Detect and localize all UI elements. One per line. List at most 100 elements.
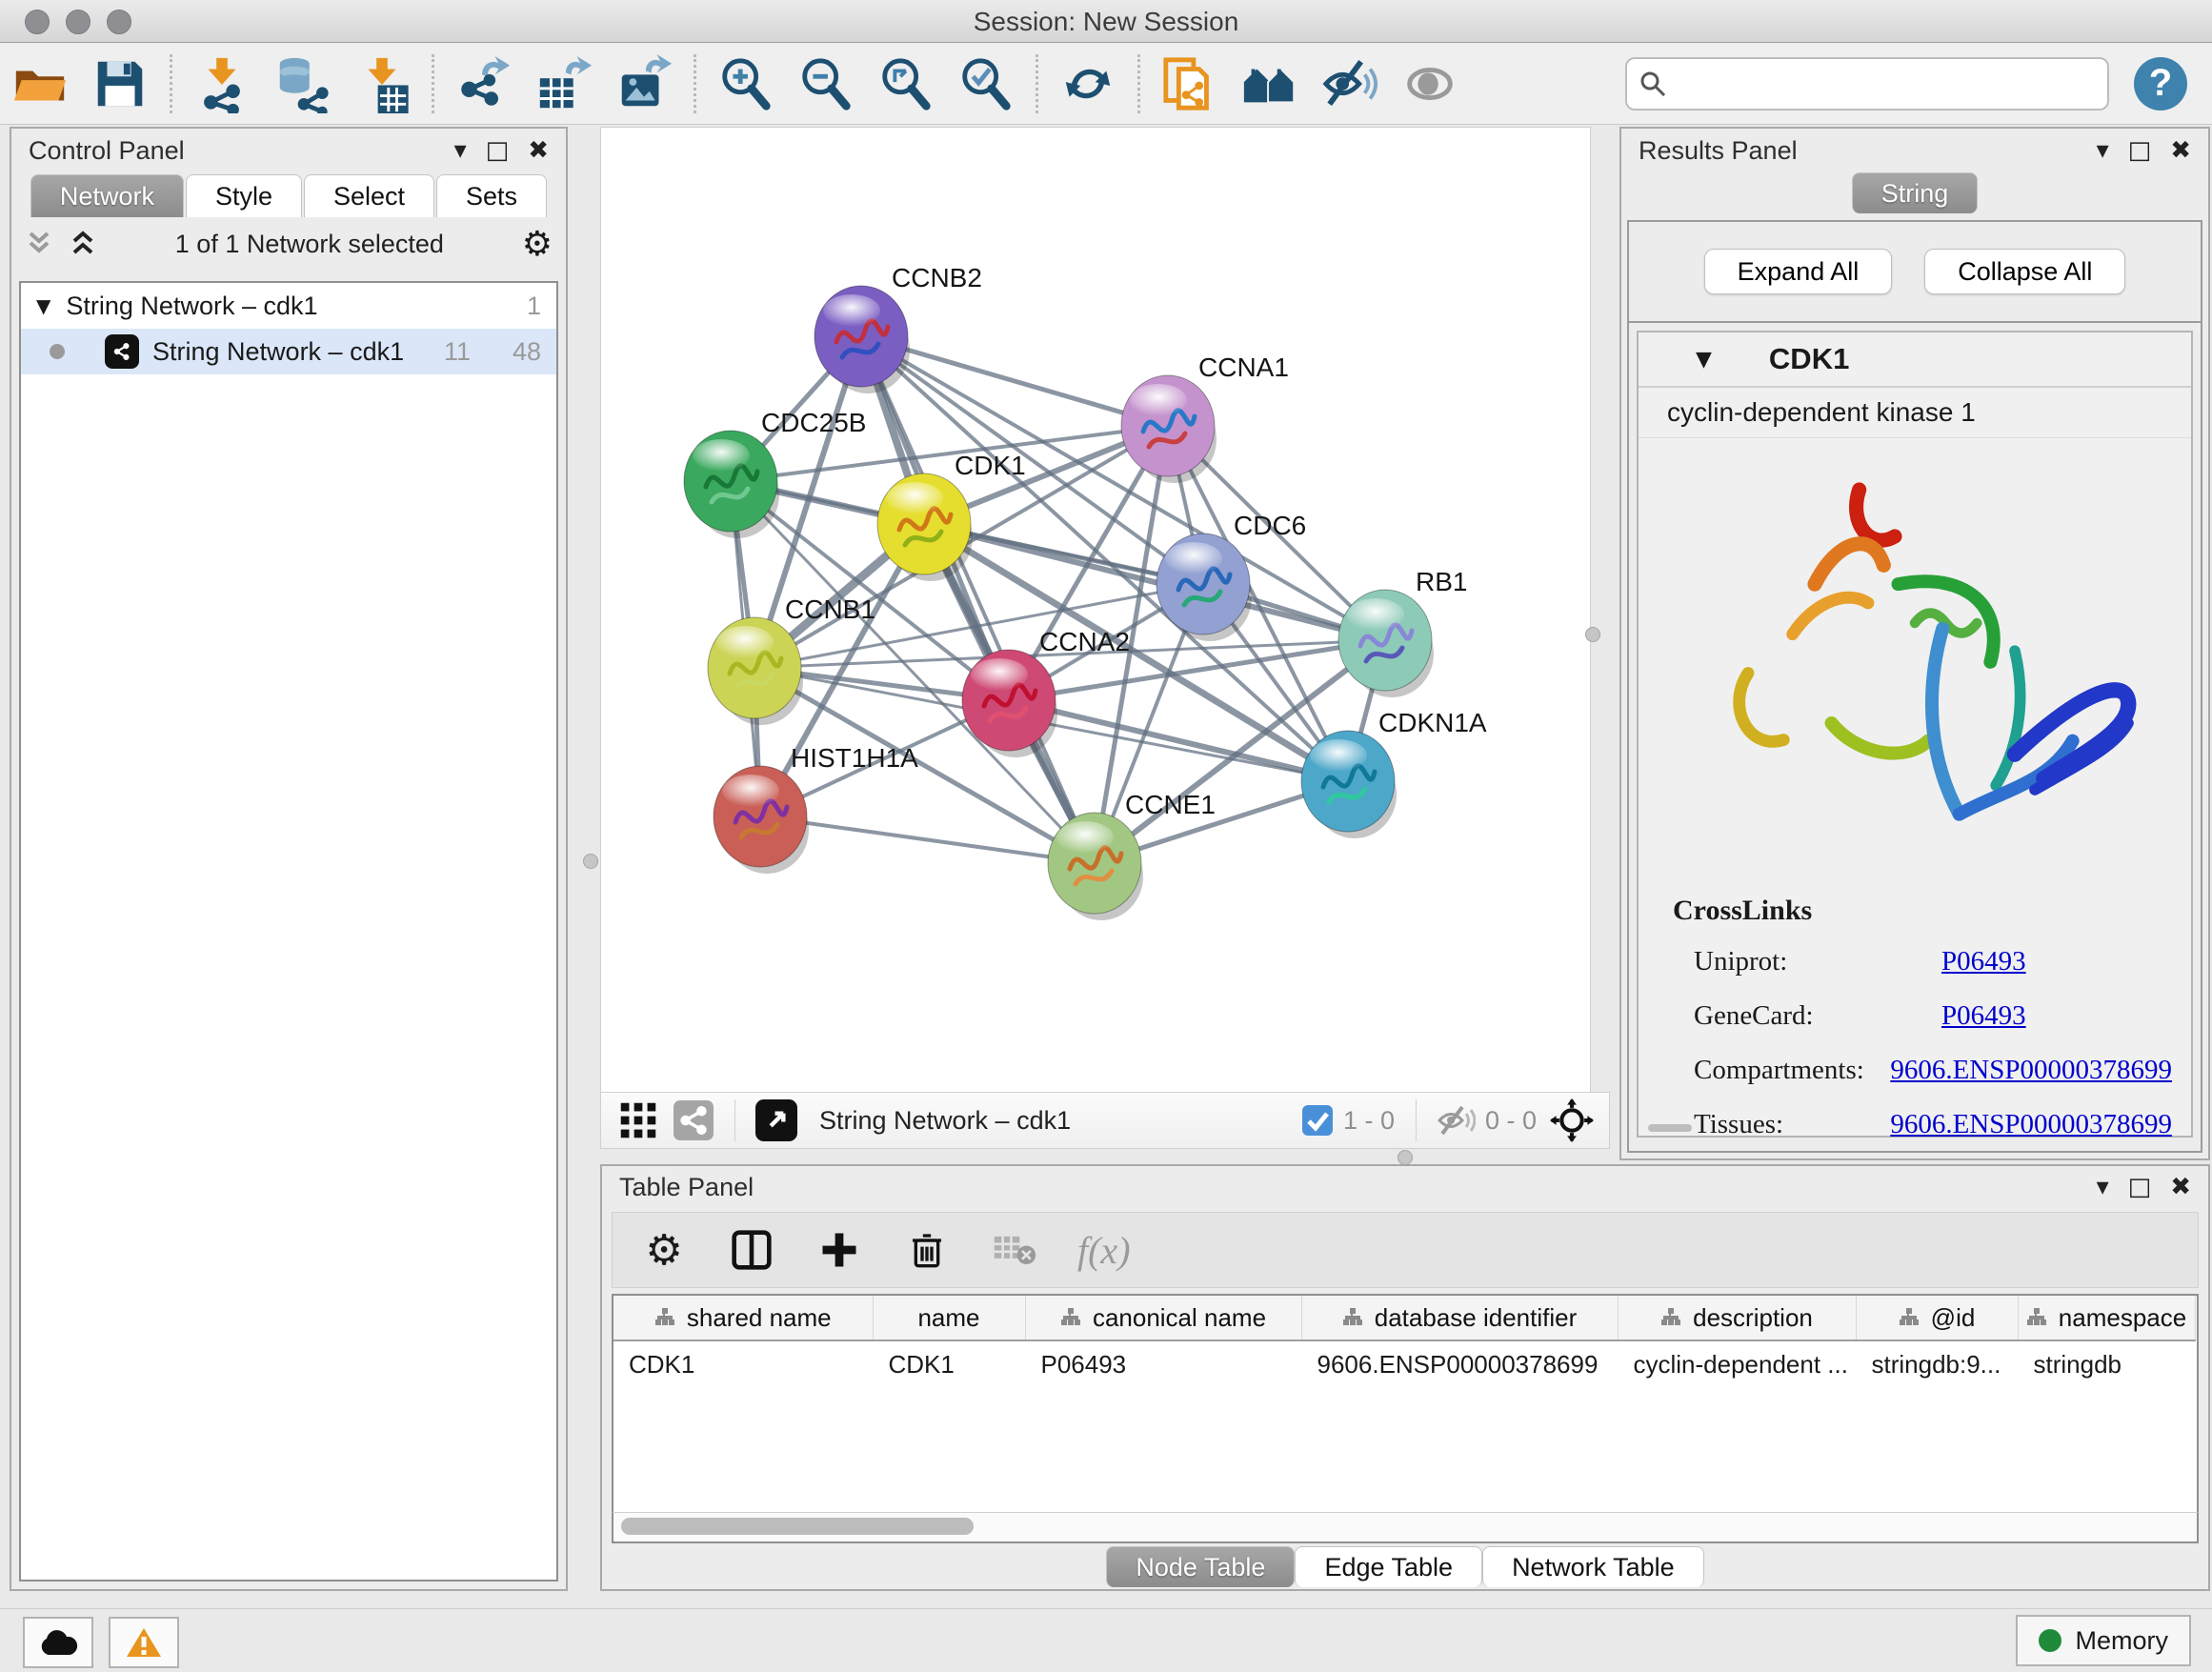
main-toolbar: ? (0, 43, 2212, 125)
apply-function-button: f(x) (1077, 1228, 1131, 1273)
zoom-out-icon[interactable] (786, 50, 866, 118)
delete-column-icon[interactable] (902, 1225, 952, 1275)
save-session-icon[interactable] (80, 50, 160, 118)
zoom-in-icon[interactable] (706, 50, 786, 118)
cloud-status-button[interactable] (23, 1617, 93, 1668)
network-edge[interactable] (760, 816, 1095, 863)
column-header[interactable]: database identifier (1301, 1296, 1618, 1340)
tab-string[interactable]: String (1852, 172, 1979, 213)
genecard-link[interactable]: P06493 (1941, 1000, 2026, 1032)
crosslink-label: GeneCard: (1694, 1000, 1941, 1032)
control-panel-menu-icon[interactable]: ▾ (454, 136, 467, 165)
home-networks-icon[interactable] (1230, 50, 1310, 118)
import-network-file-icon[interactable] (182, 50, 262, 118)
network-node-hist1h1a[interactable]: HIST1H1A (714, 743, 918, 874)
hidden-eye-slash-icon[interactable] (1438, 1104, 1476, 1137)
crosslink-label: Compartments: (1694, 1055, 1890, 1086)
column-header[interactable]: shared name (613, 1296, 873, 1340)
zoom-selected-icon[interactable] (946, 50, 1026, 118)
search-input[interactable] (1677, 68, 2096, 99)
network-graph[interactable]: CCNB2CCNA1CDC25BCDK1CDC6RB1CCNB1CCNA2CDK… (601, 128, 1587, 1090)
export-network-icon[interactable] (444, 50, 524, 118)
column-header[interactable]: namespace (2018, 1296, 2195, 1340)
column-header[interactable]: name (873, 1296, 1025, 1340)
control-panel-float-icon[interactable]: □ (486, 136, 510, 165)
results-panel-float-icon[interactable]: □ (2128, 136, 2152, 165)
horizontal-splitter-handle[interactable] (1398, 1150, 1413, 1165)
tab-style[interactable]: Style (186, 174, 302, 217)
birds-eye-view-icon[interactable] (1550, 1098, 1594, 1142)
import-table-icon[interactable] (342, 50, 422, 118)
column-header[interactable]: canonical name (1025, 1296, 1301, 1340)
refresh-layout-icon[interactable] (1048, 50, 1128, 118)
network-edge[interactable] (861, 336, 1095, 863)
table-panel-close-icon[interactable]: ✖ (2170, 1173, 2191, 1201)
open-session-icon[interactable] (0, 50, 80, 118)
network-node-cdkn1a[interactable]: CDKN1A (1301, 708, 1487, 838)
network-canvas[interactable]: CCNB2CCNA1CDC25BCDK1CDC6RB1CCNB1CCNA2CDK… (600, 127, 1591, 1093)
network-node-ccne1[interactable]: CCNE1 (1048, 790, 1216, 920)
table-horizontal-scrollbar[interactable] (612, 1512, 2199, 1543)
current-network-title: String Network – cdk1 (819, 1106, 1294, 1136)
memory-button[interactable]: Memory (2016, 1615, 2191, 1666)
table-panel-float-icon[interactable]: □ (2128, 1173, 2152, 1201)
card-scrollbar[interactable] (1648, 1124, 1692, 1132)
gene-expander-icon[interactable]: ▼ (1696, 348, 1712, 372)
control-panel-close-icon[interactable]: ✖ (528, 136, 549, 165)
share-view-icon[interactable] (672, 1098, 715, 1142)
export-table-icon[interactable] (524, 50, 604, 118)
tab-node-table[interactable]: Node Table (1106, 1546, 1295, 1587)
table-panel-title: Table Panel (619, 1173, 754, 1202)
network-node-rb1[interactable]: RB1 (1338, 567, 1467, 697)
warnings-button[interactable] (109, 1617, 179, 1668)
zoom-fit-icon[interactable] (866, 50, 946, 118)
collapse-all-icon[interactable] (25, 230, 53, 258)
network-node-ccnb2[interactable]: CCNB2 (814, 263, 982, 393)
tab-select[interactable]: Select (304, 174, 434, 217)
network-node-cdc6[interactable]: CDC6 (1156, 511, 1306, 641)
tissues-link[interactable]: 9606.ENSP00000378699 (1890, 1109, 2172, 1140)
clone-network-icon[interactable] (1150, 50, 1230, 118)
table-panel-menu-icon[interactable]: ▾ (2097, 1173, 2109, 1201)
tab-network[interactable]: Network (30, 174, 184, 217)
help-button[interactable]: ? (2134, 57, 2187, 111)
network-node-ccna1[interactable]: CCNA1 (1121, 353, 1289, 483)
open-in-new-icon[interactable] (754, 1098, 798, 1142)
tab-sets[interactable]: Sets (436, 174, 547, 217)
export-image-icon[interactable] (604, 50, 684, 118)
show-columns-icon[interactable] (727, 1225, 776, 1275)
table-settings-gear-icon[interactable]: ⚙ (639, 1225, 689, 1275)
node-label: CCNB2 (892, 263, 982, 292)
show-hidden-icon[interactable] (1390, 50, 1470, 118)
grid-view-icon[interactable] (616, 1098, 660, 1142)
tab-edge-table[interactable]: Edge Table (1295, 1546, 1482, 1587)
results-panel-menu-icon[interactable]: ▾ (2097, 136, 2109, 165)
left-splitter-handle[interactable] (583, 854, 598, 869)
uniprot-link[interactable]: P06493 (1941, 946, 2026, 977)
column-header[interactable]: @id (1856, 1296, 2018, 1340)
network-node-cdc25b[interactable]: CDC25B (684, 408, 866, 538)
collapse-all-button[interactable]: Collapse All (1924, 249, 2125, 294)
expand-all-icon[interactable] (69, 230, 97, 258)
hide-selected-icon[interactable] (1310, 50, 1390, 118)
expand-all-button[interactable]: Expand All (1704, 249, 1893, 294)
network-row-selected[interactable]: String Network – cdk1 11 48 (21, 329, 556, 374)
results-panel-close-icon[interactable]: ✖ (2170, 136, 2191, 165)
network-node-count: 11 (444, 337, 471, 367)
compartments-link[interactable]: 9606.ENSP00000378699 (1890, 1055, 2172, 1086)
memory-label: Memory (2075, 1626, 2168, 1656)
scrollbar-thumb[interactable] (621, 1518, 974, 1535)
network-options-gear-icon[interactable]: ⚙ (522, 225, 553, 264)
right-splitter-handle[interactable] (1585, 627, 1600, 642)
network-edge-count: 48 (484, 337, 541, 367)
network-node-cdk1[interactable]: CDK1 (877, 451, 1026, 581)
column-header[interactable]: description (1618, 1296, 1856, 1340)
network-collection-row[interactable]: ▼ String Network – cdk1 1 (21, 283, 556, 329)
add-column-icon[interactable] (814, 1225, 864, 1275)
import-network-database-icon[interactable] (262, 50, 342, 118)
tab-network-table[interactable]: Network Table (1482, 1546, 1704, 1587)
network-selection-status: 1 of 1 Network selected (112, 230, 507, 259)
table-row[interactable]: CDK1 CDK1 P06493 9606.ENSP00000378699 cy… (613, 1340, 2195, 1387)
selected-checkbox-icon[interactable] (1301, 1104, 1334, 1137)
collection-expander-icon[interactable]: ▼ (36, 294, 50, 317)
